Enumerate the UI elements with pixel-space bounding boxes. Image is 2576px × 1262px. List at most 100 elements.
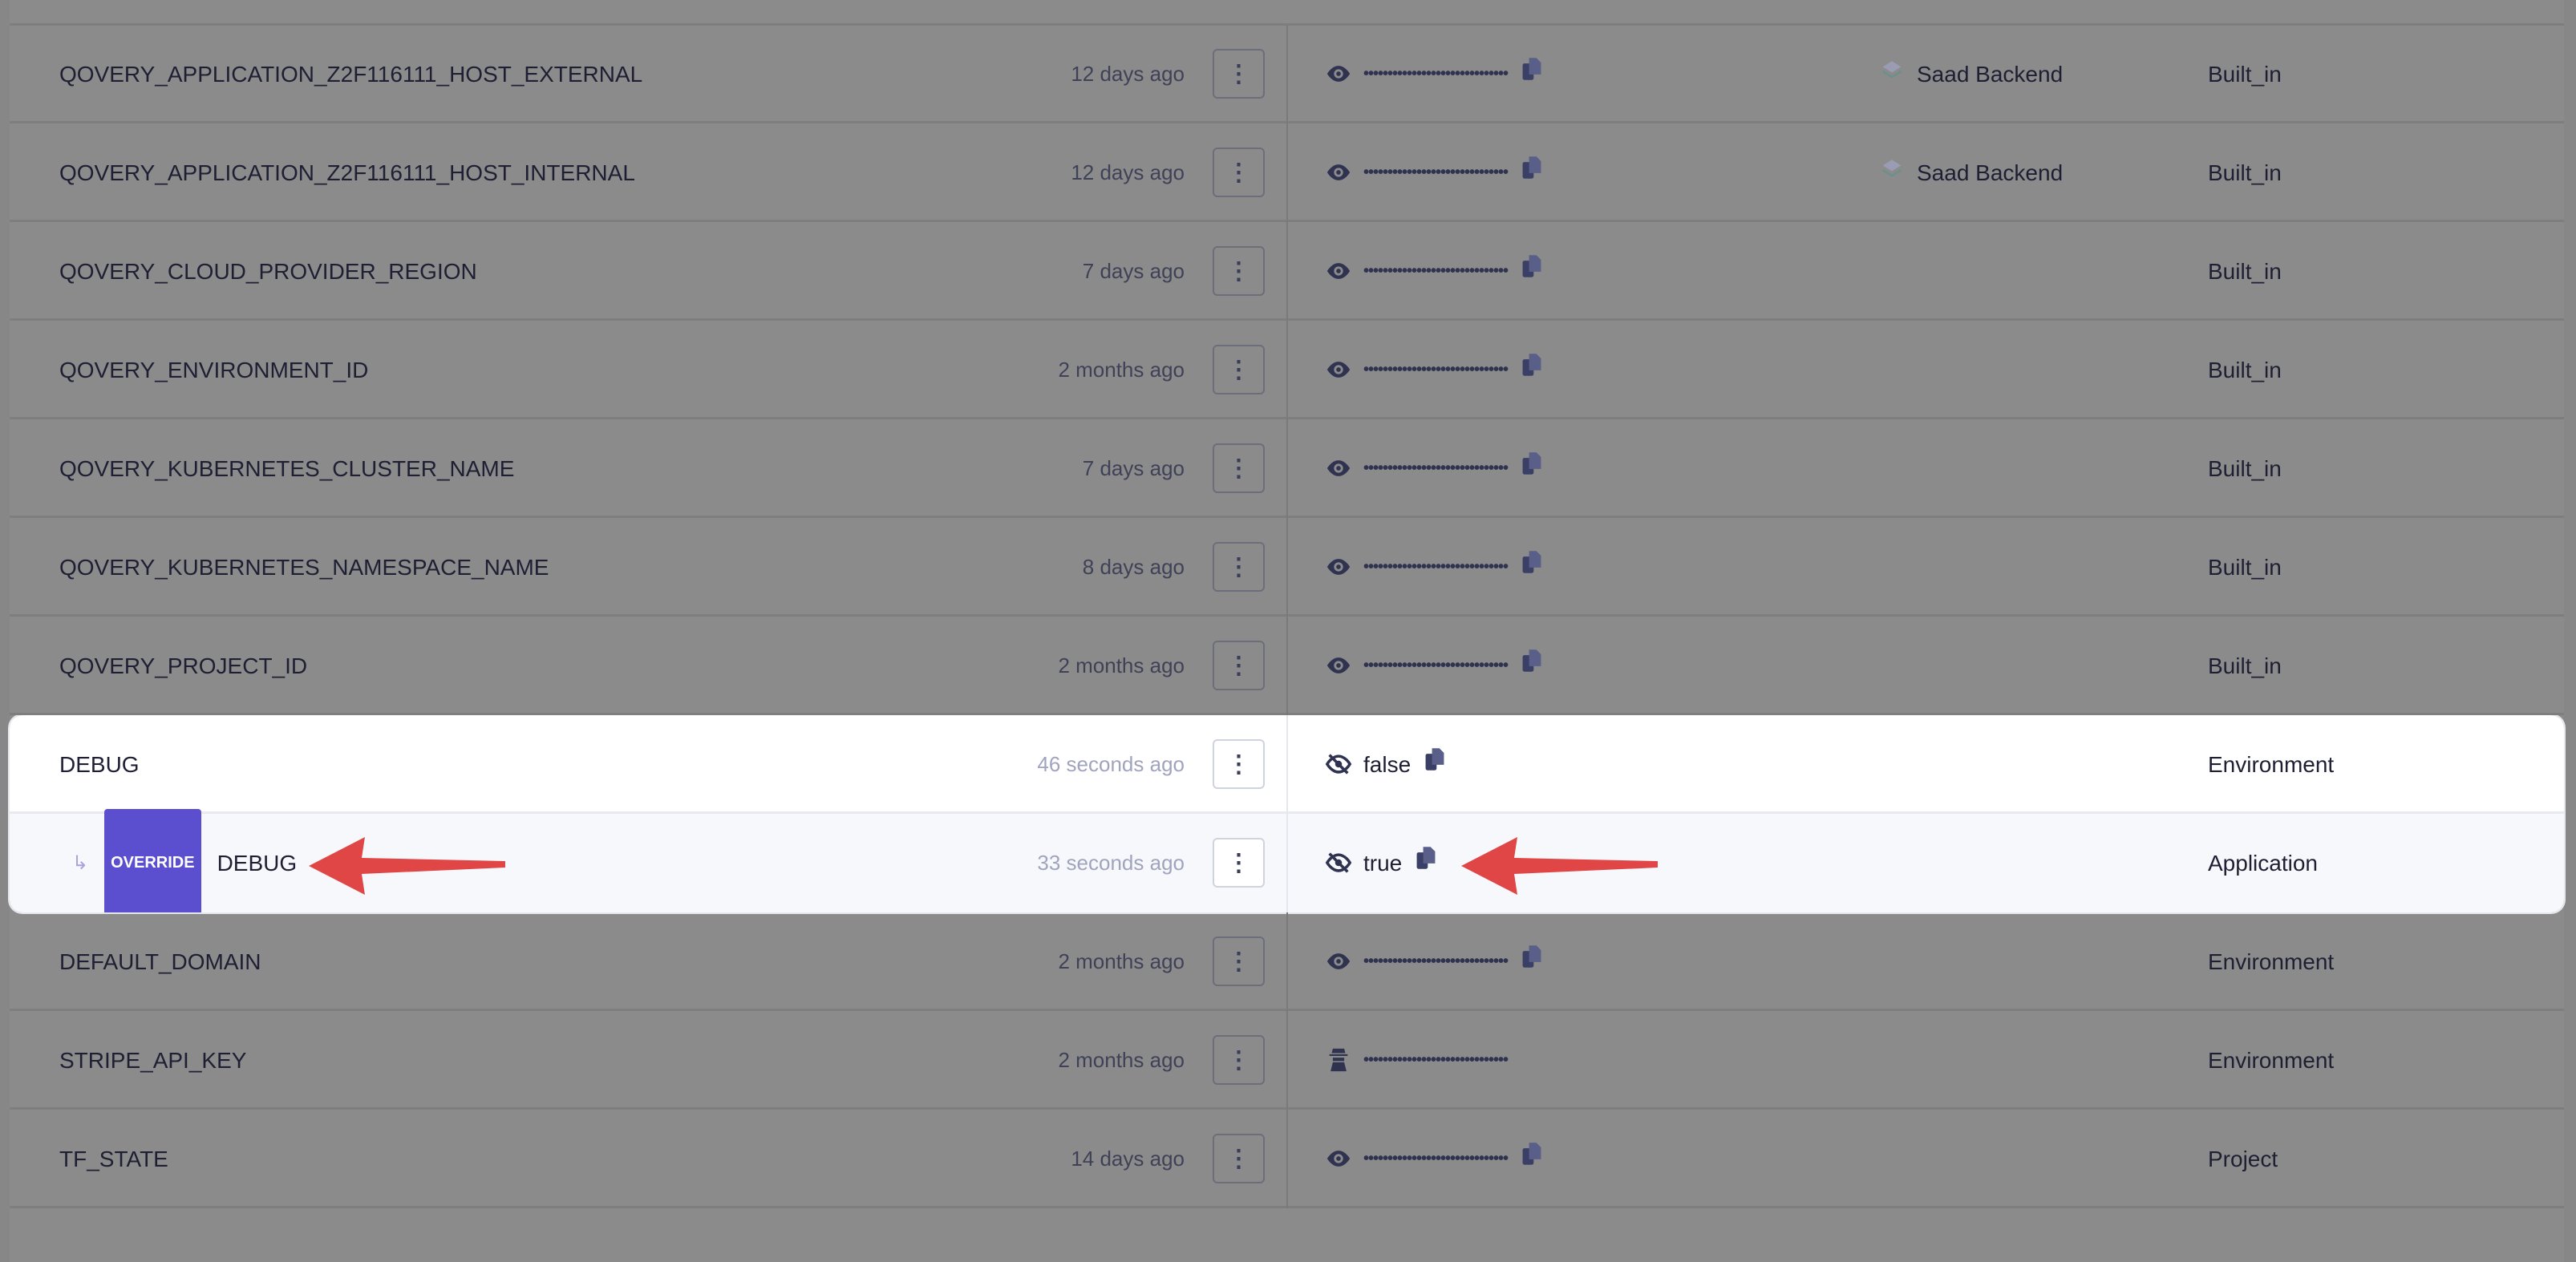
more-actions-button[interactable]: ⋮ xyxy=(1213,1134,1265,1183)
more-actions-button[interactable]: ⋮ xyxy=(1213,49,1265,99)
copy-icon[interactable] xyxy=(1521,419,1543,518)
updated-time: 14 days ago xyxy=(1071,1147,1185,1171)
variable-scope: Application xyxy=(2208,851,2318,876)
variable-value: •••••••••••••••••••••••••••••• xyxy=(1363,164,1509,181)
table-row[interactable]: QOVERY_PROJECT_ID 2 months ago ⋮ •••••••… xyxy=(10,617,2564,715)
eye-icon[interactable] xyxy=(1325,1145,1352,1172)
table-row[interactable]: DEBUG 46 seconds ago ⋮ false Environment xyxy=(10,715,2564,814)
variable-value: •••••••••••••••••••••••••••••• xyxy=(1363,65,1509,83)
variable-name: QOVERY_APPLICATION_Z2F116111_HOST_EXTERN… xyxy=(59,62,643,87)
table-row[interactable]: QOVERY_KUBERNETES_NAMESPACE_NAME 8 days … xyxy=(10,518,2564,617)
eye-icon[interactable] xyxy=(1325,257,1352,285)
updated-time: 2 months ago xyxy=(1058,949,1185,973)
more-actions-button[interactable]: ⋮ xyxy=(1213,443,1265,493)
variable-value: •••••••••••••••••••••••••••••• xyxy=(1363,1150,1509,1167)
variable-name: QOVERY_ENVIRONMENT_ID xyxy=(59,358,369,382)
column-divider xyxy=(1286,321,1288,419)
more-actions-button[interactable]: ⋮ xyxy=(1213,542,1265,592)
variable-value: •••••••••••••••••••••••••••••• xyxy=(1363,1051,1509,1069)
variable-name: DEBUG xyxy=(59,752,140,777)
kebab-icon: ⋮ xyxy=(1226,750,1251,778)
kebab-icon: ⋮ xyxy=(1226,652,1251,679)
variable-name: DEBUG xyxy=(217,851,298,876)
copy-icon[interactable] xyxy=(1521,1110,1543,1208)
variable-value: false xyxy=(1363,752,1412,777)
updated-time: 7 days ago xyxy=(1082,456,1185,480)
more-actions-button[interactable]: ⋮ xyxy=(1213,838,1265,888)
updated-time: 33 seconds ago xyxy=(1037,851,1185,875)
kebab-icon: ⋮ xyxy=(1226,849,1251,876)
kebab-icon: ⋮ xyxy=(1226,159,1251,186)
copy-icon[interactable] xyxy=(1521,25,1543,123)
more-actions-button[interactable]: ⋮ xyxy=(1213,641,1265,690)
variable-scope: Environment xyxy=(2208,949,2335,974)
eye-slash-icon[interactable] xyxy=(1325,849,1352,876)
eye-icon[interactable] xyxy=(1325,159,1352,186)
override-badge: OVERRIDE xyxy=(104,809,201,912)
copy-icon[interactable] xyxy=(1521,617,1543,715)
eye-icon[interactable] xyxy=(1325,60,1352,87)
variable-scope: Built_in xyxy=(2208,456,2282,481)
variable-value: •••••••••••••••••••••••••••••• xyxy=(1363,459,1509,477)
copy-icon[interactable] xyxy=(1521,912,1543,1011)
copy-icon[interactable] xyxy=(1415,814,1437,912)
table-row[interactable]: TF_STATE 14 days ago ⋮ •••••••••••••••••… xyxy=(10,1110,2564,1208)
more-actions-button[interactable]: ⋮ xyxy=(1213,936,1265,986)
column-divider xyxy=(1286,25,1288,123)
variable-value: •••••••••••••••••••••••••••••• xyxy=(1363,657,1509,674)
updated-time: 2 months ago xyxy=(1058,1048,1185,1072)
kebab-icon: ⋮ xyxy=(1226,356,1251,383)
kebab-icon: ⋮ xyxy=(1226,1145,1251,1172)
variable-scope: Built_in xyxy=(2208,358,2282,382)
updated-time: 46 seconds ago xyxy=(1037,752,1185,776)
copy-icon[interactable] xyxy=(1521,123,1543,222)
service-name[interactable]: Saad Backend xyxy=(1917,160,2063,186)
table-row[interactable]: STRIPE_API_KEY 2 months ago ⋮ ••••••••••… xyxy=(10,1011,2564,1110)
kebab-icon: ⋮ xyxy=(1226,1046,1251,1074)
kebab-icon: ⋮ xyxy=(1226,60,1251,87)
secret-agent-icon[interactable] xyxy=(1325,1046,1352,1074)
more-actions-button[interactable]: ⋮ xyxy=(1213,739,1265,789)
eye-slash-icon[interactable] xyxy=(1325,750,1352,778)
variable-value: •••••••••••••••••••••••••••••• xyxy=(1363,558,1509,576)
variable-scope: Environment xyxy=(2208,1048,2335,1073)
variable-name: STRIPE_API_KEY xyxy=(59,1048,247,1073)
updated-time: 7 days ago xyxy=(1082,259,1185,283)
column-divider xyxy=(1286,123,1288,222)
variable-scope: Environment xyxy=(2208,752,2335,777)
variable-name: TF_STATE xyxy=(59,1147,168,1171)
eye-icon[interactable] xyxy=(1325,356,1352,383)
table-row[interactable]: QOVERY_APPLICATION_Z2F116111_HOST_INTERN… xyxy=(10,123,2564,222)
column-divider xyxy=(1286,1110,1288,1208)
table-row[interactable]: DEFAULT_DOMAIN 2 months ago ⋮ ••••••••••… xyxy=(10,912,2564,1011)
table-row[interactable]: QOVERY_ENVIRONMENT_ID 2 months ago ⋮ •••… xyxy=(10,321,2564,419)
more-actions-button[interactable]: ⋮ xyxy=(1213,1035,1265,1085)
column-divider xyxy=(1286,617,1288,715)
eye-icon[interactable] xyxy=(1325,652,1352,679)
service-name[interactable]: Saad Backend xyxy=(1917,62,2063,87)
variable-name: QOVERY_APPLICATION_Z2F116111_HOST_INTERN… xyxy=(59,160,635,185)
variable-name: QOVERY_CLOUD_PROVIDER_REGION xyxy=(59,259,477,284)
column-divider xyxy=(1286,1011,1288,1110)
updated-time: 12 days ago xyxy=(1071,160,1185,184)
copy-icon[interactable] xyxy=(1424,715,1446,814)
annotation-arrow-value xyxy=(1461,837,1658,895)
table-row[interactable]: QOVERY_KUBERNETES_CLUSTER_NAME 7 days ag… xyxy=(10,419,2564,518)
variable-name: DEFAULT_DOMAIN xyxy=(59,949,261,974)
variable-value: •••••••••••••••••••••••••••••• xyxy=(1363,361,1509,378)
variable-scope: Project xyxy=(2208,1147,2278,1171)
copy-icon[interactable] xyxy=(1521,518,1543,617)
variable-scope: Built_in xyxy=(2208,555,2282,580)
eye-icon[interactable] xyxy=(1325,455,1352,482)
more-actions-button[interactable]: ⋮ xyxy=(1213,148,1265,197)
eye-icon[interactable] xyxy=(1325,553,1352,580)
copy-icon[interactable] xyxy=(1521,222,1543,321)
eye-icon[interactable] xyxy=(1325,948,1352,975)
table-row[interactable]: QOVERY_CLOUD_PROVIDER_REGION 7 days ago … xyxy=(10,222,2564,321)
more-actions-button[interactable]: ⋮ xyxy=(1213,246,1265,296)
copy-icon[interactable] xyxy=(1521,321,1543,419)
kebab-icon: ⋮ xyxy=(1226,948,1251,975)
table-row[interactable]: QOVERY_APPLICATION_Z2F116111_HOST_EXTERN… xyxy=(10,25,2564,123)
more-actions-button[interactable]: ⋮ xyxy=(1213,345,1265,394)
kebab-icon: ⋮ xyxy=(1226,257,1251,285)
